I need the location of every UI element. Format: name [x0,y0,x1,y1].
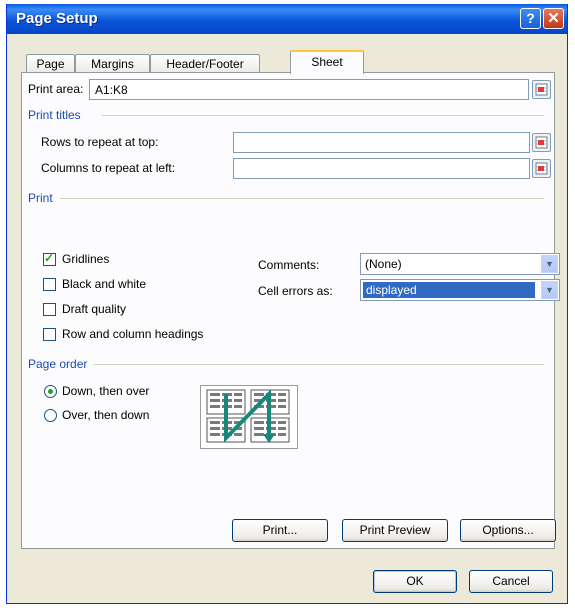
comments-label: Comments: [258,258,320,272]
range-select-icon [535,136,548,149]
cell-errors-value: displayed [363,282,535,298]
page-order-heading: Page order [28,357,88,371]
cell-errors-label: Cell errors as: [258,284,333,298]
help-button[interactable]: ? [520,8,541,29]
print-button[interactable]: Print... [232,519,328,542]
columns-to-repeat-input[interactable] [233,158,530,179]
comments-value: (None) [365,257,402,271]
title-bar[interactable]: Page Setup ? ✕ [7,4,567,34]
down-then-over-radio[interactable] [44,385,57,398]
columns-collapse-button[interactable] [532,159,551,178]
black-and-white-checkbox[interactable] [43,278,56,291]
comments-select[interactable]: (None) ▼ [360,253,560,275]
chevron-down-icon[interactable]: ▼ [541,255,558,273]
close-button[interactable]: ✕ [543,8,564,29]
print-area-label: Print area: [28,82,84,96]
gridlines-checkbox[interactable]: ✓ [43,251,56,266]
radio-dot-icon [48,389,53,394]
rows-to-repeat-input[interactable] [233,132,530,153]
row-column-headings-label[interactable]: Row and column headings [62,327,203,341]
over-then-down-label[interactable]: Over, then down [62,408,149,422]
sheet-tab-panel: Print area: A1:K8 Print titles Rows to r… [21,72,560,549]
print-heading: Print [28,191,53,205]
page-order-divider [94,364,544,365]
help-icon: ? [526,10,535,26]
tab-sheet[interactable]: Sheet [290,50,364,74]
page-order-preview-icon [200,385,298,449]
print-area-input[interactable]: A1:K8 [89,79,529,100]
draft-quality-label[interactable]: Draft quality [62,302,126,316]
tab-header-footer[interactable]: Header/Footer [150,54,260,72]
options-button[interactable]: Options... [460,519,556,542]
print-titles-heading: Print titles [28,108,81,122]
tab-margins[interactable]: Margins [75,54,150,72]
range-select-icon [535,83,548,96]
gridlines-label[interactable]: Gridlines [62,252,109,266]
black-and-white-label[interactable]: Black and white [62,277,146,291]
row-column-headings-checkbox[interactable] [43,328,56,341]
tab-page[interactable]: Page [26,54,75,72]
rows-collapse-button[interactable] [532,133,551,152]
print-titles-divider [102,115,544,116]
rows-to-repeat-label: Rows to repeat at top: [41,135,159,149]
chevron-down-icon[interactable]: ▼ [541,281,558,299]
print-divider [60,198,544,199]
page-setup-dialog: Page Setup ? ✕ Page Margins Header/Foote… [6,4,568,604]
checkmark-icon: ✓ [44,251,55,265]
dialog-title: Page Setup [16,10,98,27]
cell-errors-select[interactable]: displayed ▼ [360,279,560,301]
columns-to-repeat-label: Columns to repeat at left: [41,161,176,175]
print-area-collapse-button[interactable] [532,80,551,99]
close-icon: ✕ [547,10,560,27]
range-select-icon [535,162,548,175]
draft-quality-checkbox[interactable] [43,303,56,316]
print-preview-button[interactable]: Print Preview [342,519,448,542]
down-then-over-label[interactable]: Down, then over [62,384,149,398]
cancel-button[interactable]: Cancel [469,570,553,593]
ok-button[interactable]: OK [373,570,457,593]
over-then-down-radio[interactable] [44,409,57,422]
